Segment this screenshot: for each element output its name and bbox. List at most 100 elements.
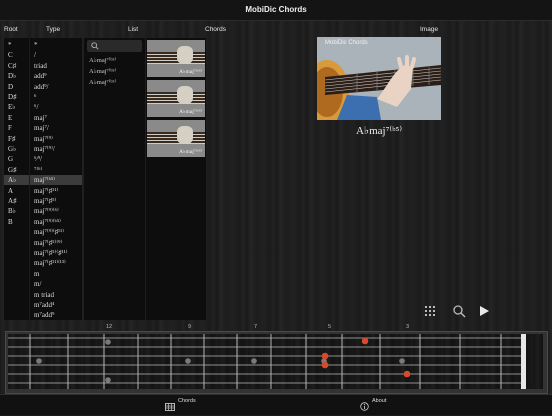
type-item[interactable]: m/	[30, 279, 82, 289]
chord-thumbnail[interactable]: A♭maj⁷⁽ᵇ⁵⁾	[147, 40, 205, 77]
chord-thumbnail-caption: A♭maj⁷⁽ᵇ⁵⁾	[178, 69, 202, 75]
root-item[interactable]: A	[4, 186, 29, 196]
type-item[interactable]: triad	[30, 61, 82, 71]
type-item-label: maj⁷⁽♯⁵⁾⁽⁹⁾	[34, 238, 63, 247]
type-list[interactable]: * / triad add⁹ add⁹/⁶ ⁶/maj⁷ maj⁷/maj⁷⁽⁹⁾ maj⁷…	[30, 38, 82, 320]
root-item-label: D	[8, 82, 14, 91]
root-item-label: D♭	[8, 72, 17, 81]
root-item[interactable]: D♭	[4, 71, 29, 81]
type-item-label: maj⁷⁽♯¹¹⁾	[34, 186, 59, 195]
grid-icon[interactable]	[423, 304, 437, 318]
image-column-header: Image	[420, 26, 439, 33]
title-bar: MobiDic Chords	[0, 0, 552, 21]
hand	[177, 86, 193, 104]
type-item[interactable]: maj⁷	[30, 113, 82, 123]
type-item[interactable]: add⁹/	[30, 82, 82, 92]
type-item-label: maj⁷/	[34, 124, 49, 133]
play-icon[interactable]	[477, 304, 491, 318]
root-item[interactable]: A♭	[4, 175, 29, 186]
string	[147, 97, 205, 98]
guitar-hand-photo	[317, 37, 441, 120]
fretboard-neck	[8, 334, 543, 389]
image-watermark: MobiDic Chords	[325, 40, 368, 46]
type-item[interactable]: m triad	[30, 290, 82, 300]
type-item-label: add⁹/	[34, 82, 49, 91]
root-item[interactable]: B♭	[4, 206, 29, 216]
search-field[interactable]	[87, 40, 142, 52]
type-item[interactable]: ⁶⁄⁹/	[30, 154, 82, 164]
type-item[interactable]: m⁷add⁴	[30, 300, 82, 310]
string	[147, 60, 205, 61]
type-item[interactable]: ⁶	[30, 92, 82, 102]
type-item[interactable]: maj⁷⁽ᵇ⁵⁾	[30, 175, 82, 186]
type-item-label: maj⁷⁽ᵇ⁵⁾	[34, 176, 55, 185]
note-marker	[321, 352, 329, 360]
tab-chords[interactable]: Chords	[178, 398, 196, 404]
type-item[interactable]: maj⁷⁽♯⁵⁾⁽♯¹¹⁾	[30, 248, 82, 258]
root-item[interactable]: A♯	[4, 196, 29, 206]
type-item-label: add⁹	[34, 72, 47, 81]
chord-photo: MobiDic Chords	[317, 37, 441, 120]
root-item[interactable]: F	[4, 123, 29, 133]
type-item[interactable]: maj⁷/	[30, 123, 82, 133]
root-item[interactable]: F♯	[4, 134, 29, 144]
active-note-markers	[321, 337, 411, 378]
type-item[interactable]: *	[30, 40, 82, 50]
root-item-label: B♭	[8, 207, 16, 216]
type-item[interactable]: maj⁷⁽♯⁵⁾	[30, 196, 82, 206]
chord-thumbnail-caption: A♭maj⁷⁽ᵇ⁵⁾	[178, 149, 202, 155]
root-item[interactable]: E	[4, 113, 29, 123]
type-item[interactable]: maj⁷⁽⁹⁾⁽♯¹¹⁾	[30, 227, 82, 237]
list-column-header: List	[128, 26, 139, 33]
root-item[interactable]: C	[4, 50, 29, 60]
type-item[interactable]: maj⁷⁽⁹⁾⁽⁶⁾	[30, 206, 82, 216]
type-item-label: maj⁷	[34, 113, 47, 122]
type-item[interactable]: maj⁷⁽♯¹¹⁾	[30, 186, 82, 196]
type-item[interactable]: maj⁷⁽♯¹¹⁾⁽¹³⁾	[30, 258, 82, 268]
root-item-label: *	[8, 41, 12, 49]
chord-thumbnail[interactable]: A♭maj⁷⁽ᵇ⁵⁾	[147, 120, 205, 157]
root-item[interactable]: G♭	[4, 144, 29, 154]
root-item[interactable]: B	[4, 217, 29, 227]
string	[147, 140, 205, 141]
type-item[interactable]: add⁹	[30, 71, 82, 81]
type-item-label: maj⁷⁽⁹⁾⁽♯¹¹⁾	[34, 228, 64, 237]
type-item[interactable]: ⁷⁽⁶⁾	[30, 165, 82, 175]
root-list[interactable]: * C C♯ D♭ D D♯ E♭ E F F♯ G♭ G G♯ A♭ A A♯ B♭ B	[4, 38, 29, 320]
type-item[interactable]: maj⁷⁽⁹⁾/	[30, 144, 82, 154]
type-item[interactable]: m	[30, 269, 82, 279]
type-item[interactable]: maj⁷⁽⁹⁾⁽ᵇ⁵⁾	[30, 217, 82, 227]
type-item[interactable]: maj⁷⁽♯⁵⁾⁽⁹⁾	[30, 238, 82, 248]
type-item-label: maj⁷⁽♯⁵⁾	[34, 197, 57, 205]
type-item-label: ⁶	[34, 93, 37, 101]
root-item[interactable]: G	[4, 154, 29, 164]
string	[147, 100, 205, 101]
root-item[interactable]: C♯	[4, 61, 29, 71]
chord-thumbnail-caption: A♭maj⁷⁽ᵇ⁵⁾	[178, 109, 202, 115]
root-item[interactable]: G♯	[4, 165, 29, 175]
chord-list[interactable]: A♭maj⁷⁽ᵇ⁵⁾ A♭maj⁷⁽ᵇ⁵⁾ A♭maj⁷⁽ᵇ⁵⁾	[84, 38, 145, 320]
type-item[interactable]: m⁷add⁹	[30, 310, 82, 320]
chord-thumbnail[interactable]: A♭maj⁷⁽ᵇ⁵⁾	[147, 80, 205, 117]
tab-about[interactable]: About	[372, 398, 386, 404]
search-icon[interactable]	[452, 304, 466, 318]
type-item[interactable]: /	[30, 50, 82, 60]
type-item-label: triad	[34, 61, 47, 70]
root-item[interactable]: E♭	[4, 102, 29, 112]
chord-list-item[interactable]: A♭maj⁷⁽ᵇ⁵⁾	[84, 66, 145, 76]
root-item[interactable]: D	[4, 82, 29, 92]
fretboard[interactable]	[5, 331, 548, 394]
info-icon[interactable]	[360, 398, 369, 411]
root-item[interactable]: *	[4, 40, 29, 50]
type-item[interactable]: ⁶/	[30, 102, 82, 112]
string	[147, 63, 205, 64]
root-item-label: G♯	[8, 165, 17, 174]
root-item[interactable]: D♯	[4, 92, 29, 102]
app-title: MobiDic Chords	[245, 5, 307, 14]
chords-tab-icon[interactable]	[165, 398, 175, 411]
chord-list-item[interactable]: A♭maj⁷⁽ᵇ⁵⁾	[84, 55, 145, 65]
type-item-label: ⁶⁄⁹/	[34, 155, 42, 164]
type-item[interactable]: maj⁷⁽⁹⁾	[30, 134, 82, 144]
chord-list-item[interactable]: A♭maj⁷⁽ᵇ⁵⁾	[84, 77, 145, 87]
root-item-label: F	[8, 124, 12, 133]
